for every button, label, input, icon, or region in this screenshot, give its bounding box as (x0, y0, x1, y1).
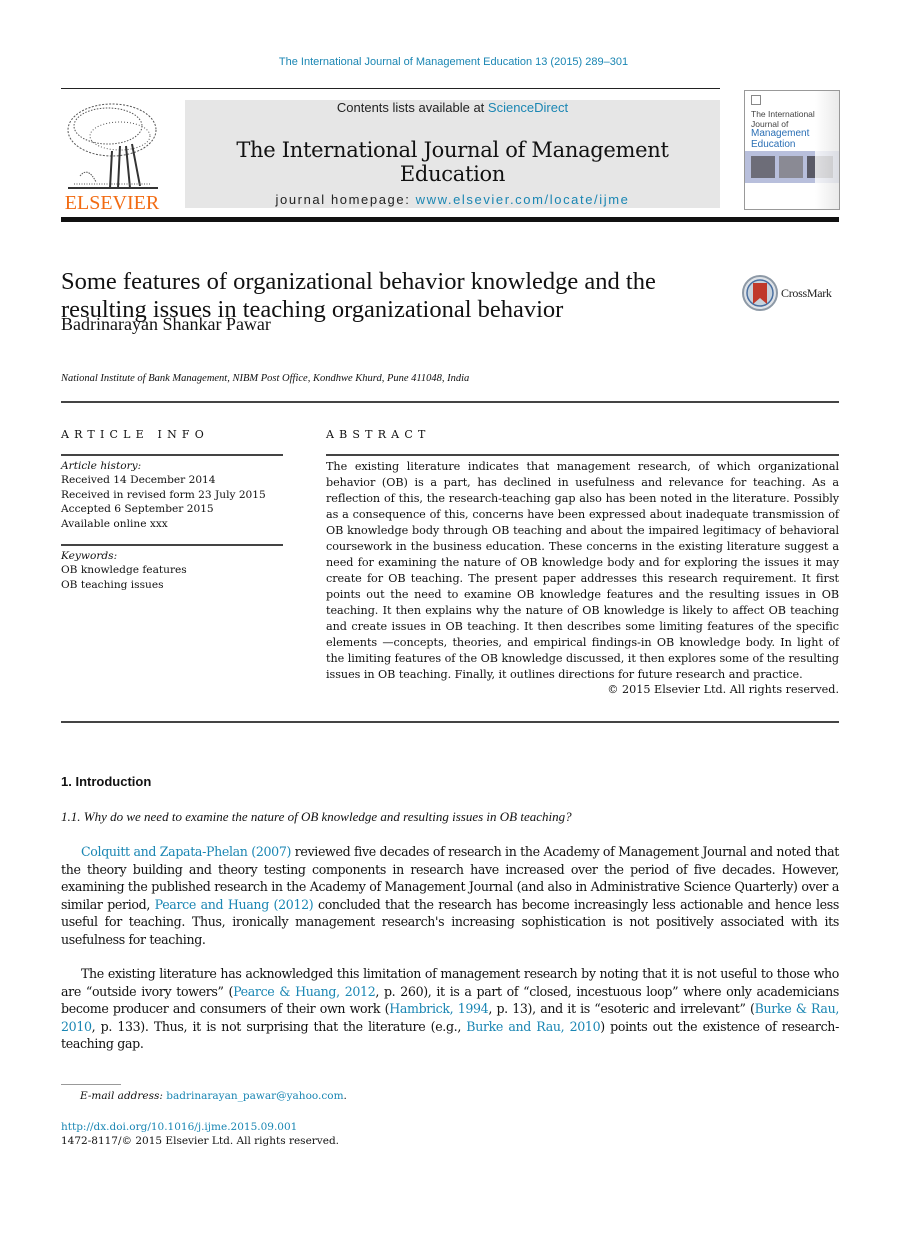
contents-line: Contents lists available at ScienceDirec… (185, 100, 720, 115)
journal-masthead: Contents lists available at ScienceDirec… (185, 100, 720, 208)
keywords-block: Keywords: OB knowledge features OB teach… (61, 549, 291, 592)
cover-logo-icon (751, 95, 761, 105)
abstract-copyright: © 2015 Elsevier Ltd. All rights reserved… (607, 683, 839, 696)
body-paragraph-1: Colquitt and Zapata-Phelan (2007) review… (61, 843, 839, 949)
elsevier-wordmark: ELSEVIER (64, 192, 160, 214)
abstract-rule (326, 454, 839, 456)
citation-link[interactable]: Hambrick, 1994 (389, 1001, 489, 1016)
sciencedirect-link[interactable]: ScienceDirect (488, 100, 568, 115)
masthead-thick-rule (61, 217, 839, 222)
history-revised: Received in revised form 23 July 2015 (61, 488, 266, 501)
crossmark-icon[interactable] (741, 274, 779, 312)
citation-link[interactable]: Burke and Rau, 2010 (466, 1019, 600, 1034)
article-info-top-rule (61, 401, 839, 403)
email-label: E-mail address: (80, 1090, 167, 1102)
keyword-item: OB teaching issues (61, 578, 164, 591)
email-link[interactable]: badrinarayan_pawar@yahoo.com (166, 1090, 343, 1102)
journal-name: The International Journal of Management … (236, 138, 669, 186)
issn-copyright: 1472-8117/© 2015 Elsevier Ltd. All right… (61, 1135, 340, 1147)
cover-photo-2 (779, 156, 803, 178)
citation-link[interactable]: Pearce & Huang, 2012 (233, 984, 376, 999)
header-rule (61, 88, 720, 89)
keywords-rule (61, 544, 283, 546)
body-paragraph-2: The existing literature has acknowledged… (61, 965, 839, 1053)
cover-line-3: Management (751, 128, 810, 139)
history-online: Available online xxx (61, 517, 168, 530)
cover-line-1: The International (751, 109, 815, 119)
citation-link[interactable]: Pearce and Huang (2012) (155, 897, 314, 912)
history-label: Article history: (61, 460, 142, 472)
cover-line-4: Education (751, 139, 796, 150)
journal-cover-thumbnail[interactable]: The International Journal of Management … (744, 90, 840, 210)
crossmark-label[interactable]: CrossMark (781, 286, 832, 301)
history-received: Received 14 December 2014 (61, 474, 216, 487)
keyword-item: OB knowledge features (61, 564, 187, 577)
homepage-prefix: journal homepage: (275, 192, 416, 207)
homepage-line: journal homepage: www.elsevier.com/locat… (185, 192, 720, 207)
keywords-label: Keywords: (61, 550, 118, 562)
subsection-heading: 1.1. Why do we need to examine the natur… (61, 809, 572, 824)
history-accepted: Accepted 6 September 2015 (61, 503, 214, 516)
abstract-bottom-rule (61, 721, 839, 723)
author-affiliation: National Institute of Bank Management, N… (61, 373, 470, 384)
article-history: Article history: Received 14 December 20… (61, 459, 291, 531)
footnote-rule (61, 1084, 121, 1085)
journal-homepage-link[interactable]: www.elsevier.com/locate/ijme (416, 192, 630, 207)
cover-photo-1 (751, 156, 775, 178)
author-name: Badrinarayan Shankar Pawar (61, 314, 271, 334)
article-info-heading: ARTICLE INFO (61, 428, 209, 441)
abstract-heading: ABSTRACT (326, 428, 431, 441)
citation-link[interactable]: Colquitt and Zapata-Phelan (2007) (81, 844, 291, 859)
abstract-text: The existing literature indicates that m… (326, 460, 839, 681)
section-heading-introduction: 1. Introduction (61, 774, 152, 789)
contents-prefix: Contents lists available at (336, 100, 488, 115)
email-footnote: E-mail address: badrinarayan_pawar@yahoo… (80, 1090, 347, 1102)
paragraph-text: , p. 133). Thus, it is not surprising th… (91, 1018, 467, 1034)
article-info-rule (61, 454, 283, 456)
running-head-citation[interactable]: The International Journal of Management … (0, 56, 907, 68)
cover-decoration (815, 91, 839, 209)
paragraph-text: , p. 13), and it is “esoteric and irrele… (488, 1001, 755, 1017)
email-suffix: . (343, 1090, 347, 1102)
doi-link[interactable]: http://dx.doi.org/10.1016/j.ijme.2015.09… (61, 1121, 297, 1133)
